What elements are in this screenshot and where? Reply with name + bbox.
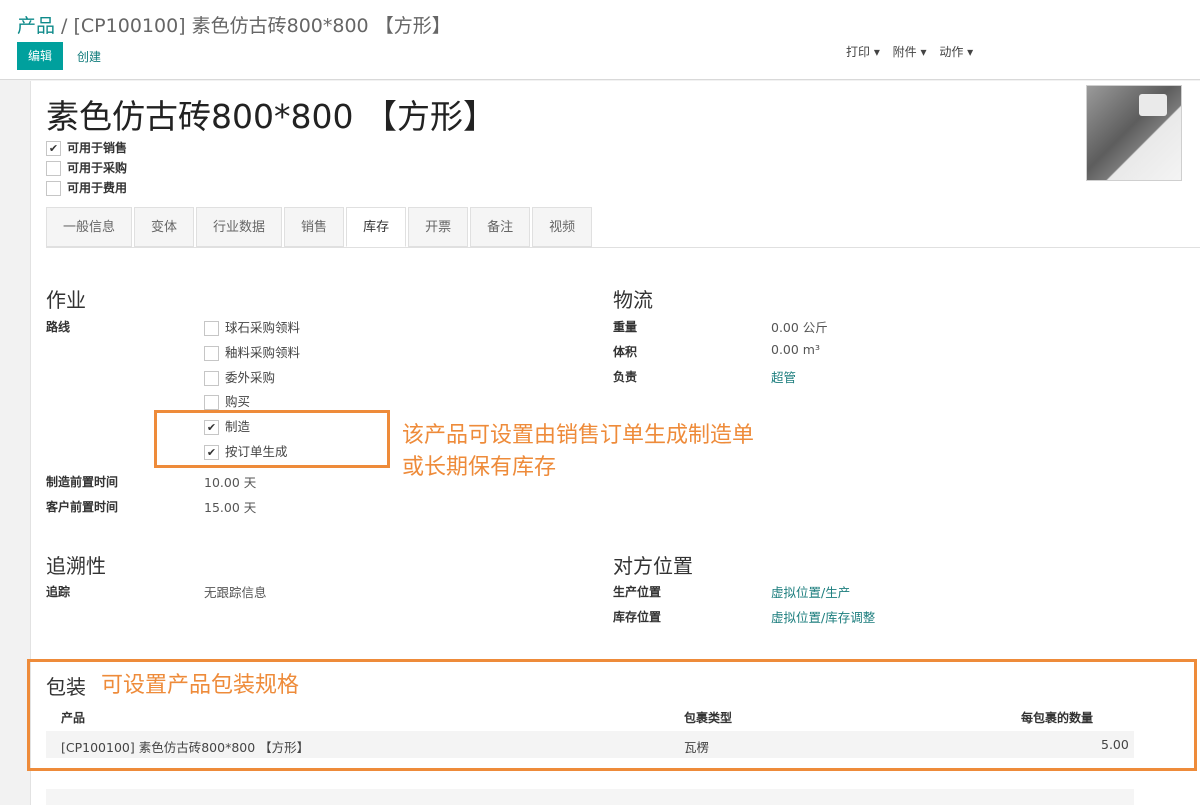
breadcrumb-current: [CP100100] 素色仿古砖800*800 【方形】 [73, 15, 451, 37]
flag-can-be-purchased[interactable]: 可用于采购 [46, 159, 127, 176]
volume-label: 体积 [613, 345, 638, 359]
packaging-col-qty[interactable]: 每包裹的数量 [1021, 709, 1093, 726]
product-image[interactable] [1086, 85, 1182, 181]
inventory-location-label: 库存位置 [613, 610, 662, 624]
flag-label: 可用于采购 [67, 161, 128, 175]
packaging-cell-qty: 5.00 [1101, 737, 1129, 752]
tab-general[interactable]: 一般信息 [46, 207, 133, 247]
packaging-annotation: 可设置产品包装规格 [101, 673, 300, 698]
tab-notes[interactable]: 备注 [470, 207, 531, 247]
route-checkbox[interactable] [204, 371, 219, 386]
mfg-lead-value[interactable]: 10.00 天 [204, 472, 256, 491]
route-checkbox[interactable] [204, 395, 219, 410]
packaging-col-product[interactable]: 产品 [61, 709, 85, 726]
route-label-text: 购买 [225, 394, 251, 409]
checkbox-purchased[interactable] [46, 161, 61, 176]
packaging-heading: 包装 [46, 675, 86, 699]
tracking-value[interactable]: 无跟踪信息 [204, 582, 267, 601]
edit-button[interactable]: 编辑 [17, 42, 63, 70]
route-item[interactable]: 釉料采购领料 [204, 342, 300, 361]
action-menus: 打印 ▾ 附件 ▾ 动作 ▾ [846, 43, 982, 60]
operations-heading: 作业 [46, 288, 86, 312]
route-label-text: 委外采购 [225, 370, 276, 385]
cust-lead-label: 客户前置时间 [46, 500, 119, 514]
breadcrumb: 产品 / [CP100100] 素色仿古砖800*800 【方形】 [17, 11, 451, 38]
route-annotation-box [154, 410, 390, 468]
attachment-menu[interactable]: 附件 ▾ [893, 45, 927, 59]
route-label: 路线 [46, 320, 71, 334]
route-checkbox[interactable] [204, 346, 219, 361]
notebook-tabs: 一般信息 变体 行业数据 销售 库存 开票 备注 视频 [46, 207, 594, 247]
tab-inventory[interactable]: 库存 [346, 207, 407, 247]
production-location-link[interactable]: 虚拟位置/生产 [771, 582, 850, 601]
flag-can-be-sold[interactable]: ✔ 可用于销售 [46, 139, 127, 156]
tab-video[interactable]: 视频 [532, 207, 593, 247]
tracking-label: 追踪 [46, 585, 71, 599]
tab-industry[interactable]: 行业数据 [196, 207, 283, 247]
route-item[interactable]: 球石采购领料 [204, 317, 300, 336]
tab-sales[interactable]: 销售 [284, 207, 345, 247]
inventory-location-link[interactable]: 虚拟位置/库存调整 [771, 607, 875, 626]
packaging-cell-type: 瓦楞 [684, 740, 710, 755]
tab-divider [46, 247, 1200, 248]
flag-can-be-expensed[interactable]: 可用于费用 [46, 179, 127, 196]
route-item[interactable]: 委外采购 [204, 367, 275, 386]
bottom-section-bar [46, 789, 1134, 805]
flag-label: 可用于费用 [67, 181, 128, 195]
weight-value[interactable]: 0.00 公斤 [771, 317, 828, 336]
mfg-lead-label: 制造前置时间 [46, 475, 119, 489]
route-item[interactable]: 购买 [204, 391, 250, 410]
product-title: 素色仿古砖800*800 【方形】 [46, 97, 496, 136]
cust-lead-value[interactable]: 15.00 天 [204, 497, 256, 516]
route-label-text: 球石采购领料 [225, 320, 301, 335]
flag-label: 可用于销售 [67, 141, 128, 155]
production-location-label: 生产位置 [613, 585, 662, 599]
weight-label: 重量 [613, 320, 638, 334]
counterpart-heading: 对方位置 [613, 554, 693, 578]
control-panel: 产品 / [CP100100] 素色仿古砖800*800 【方形】 编辑 创建 … [0, 0, 1200, 80]
checkbox-expensed[interactable] [46, 181, 61, 196]
checkbox-sold[interactable]: ✔ [46, 141, 61, 156]
route-checkbox[interactable] [204, 321, 219, 336]
route-label-text: 釉料采购领料 [225, 345, 301, 360]
packaging-col-type[interactable]: 包裹类型 [684, 709, 732, 726]
packaging-cell-product: [CP100100] 素色仿古砖800*800 【方形】 [61, 740, 310, 755]
tab-invoicing[interactable]: 开票 [408, 207, 469, 247]
print-menu[interactable]: 打印 ▾ [846, 45, 880, 59]
tab-variants[interactable]: 变体 [134, 207, 195, 247]
create-button[interactable]: 创建 [77, 48, 101, 65]
responsible-label: 负责 [613, 370, 638, 384]
breadcrumb-separator: / [55, 15, 74, 37]
route-annotation-line2: 或长期保有库存 [402, 455, 557, 480]
action-menu[interactable]: 动作 ▾ [939, 45, 973, 59]
volume-value[interactable]: 0.00 m³ [771, 342, 820, 357]
traceability-heading: 追溯性 [46, 554, 106, 578]
responsible-link[interactable]: 超管 [771, 367, 796, 386]
breadcrumb-root-link[interactable]: 产品 [17, 15, 55, 37]
logistics-heading: 物流 [613, 288, 653, 312]
route-annotation-line1: 该产品可设置由销售订单生成制造单 [402, 423, 755, 448]
